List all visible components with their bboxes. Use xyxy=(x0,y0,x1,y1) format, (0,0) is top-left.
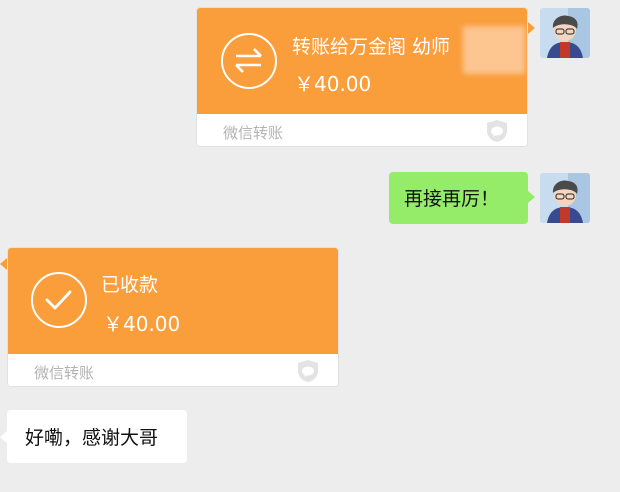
transfer-arrows-icon xyxy=(221,33,277,89)
bubble-tail xyxy=(0,431,7,443)
avatar[interactable] xyxy=(540,8,590,58)
transfer-title: 已收款 xyxy=(101,274,159,296)
transfer-card-sent[interactable]: 转账给万金阁 幼师 ￥40.00 微信转账 xyxy=(196,7,528,147)
transfer-footer-label: 微信转账 xyxy=(34,364,95,382)
transfer-card-footer: 微信转账 xyxy=(8,354,338,386)
bubble-tail xyxy=(528,22,535,34)
transfer-card-footer: 微信转账 xyxy=(197,114,527,146)
transfer-amount: ￥40.00 xyxy=(103,312,181,336)
wechat-pay-shield-icon xyxy=(296,359,320,386)
message-text: 再接再厉！ xyxy=(404,188,500,210)
message-bubble-received[interactable]: 好嘞，感谢大哥 xyxy=(7,410,187,463)
transfer-card-body: 已收款 ￥40.00 xyxy=(8,248,338,354)
bubble-tail xyxy=(0,258,7,270)
redaction-blur xyxy=(463,26,525,74)
bubble-tail xyxy=(528,191,535,203)
transfer-card-body: 转账给万金阁 幼师 ￥40.00 xyxy=(197,8,527,114)
wechat-pay-shield-icon xyxy=(485,119,509,146)
avatar[interactable] xyxy=(540,173,590,223)
transfer-footer-label: 微信转账 xyxy=(223,124,284,142)
message-bubble-sent[interactable]: 再接再厉！ xyxy=(389,172,528,224)
transfer-title: 转账给万金阁 幼师 xyxy=(292,36,451,58)
transfer-amount: ￥40.00 xyxy=(294,72,372,96)
message-text: 好嘞，感谢大哥 xyxy=(25,427,159,449)
checkmark-icon xyxy=(31,272,87,328)
transfer-card-received[interactable]: 已收款 ￥40.00 微信转账 xyxy=(7,247,339,387)
